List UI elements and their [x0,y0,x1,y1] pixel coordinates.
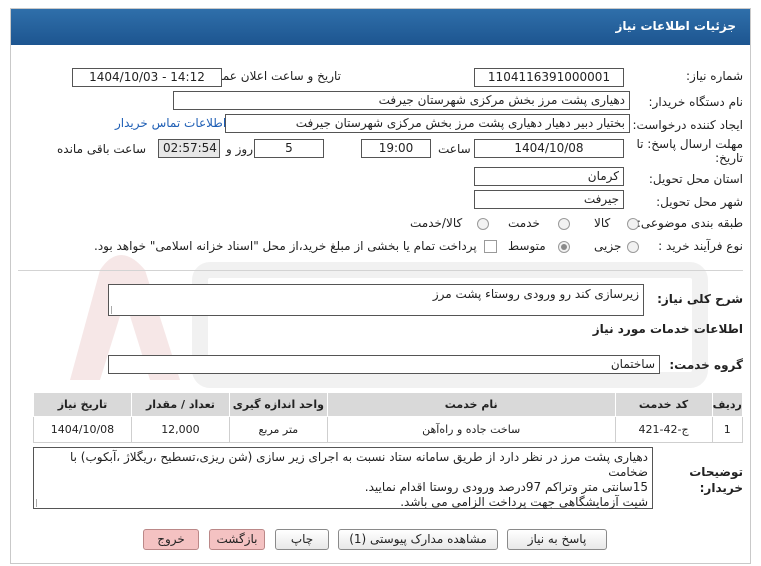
deadline-time-field: 19:00 [361,139,431,158]
print-button[interactable]: چاپ [275,529,329,550]
province-label: استان محل تحویل: [648,172,743,186]
purchase-type-label: نوع فرآیند خرید : [658,239,743,253]
service-group-label: گروه خدمت: [669,358,743,372]
table-header-row: ردیف کد خدمت نام خدمت واحد اندازه گیری ت… [33,392,743,417]
need-number-field: 1104116391000001 [474,68,624,87]
column-header-code: کد خدمت [614,392,713,417]
category-option-goods-service: کالا/خدمت [410,216,463,230]
creator-field: بختیار دبیر دهیار دهیاری پشت مرز بخش مرک… [225,114,630,133]
cell-quantity: 12,000 [130,416,230,443]
column-header-date: تاریخ نیاز [33,392,132,417]
purchase-option-medium: متوسط [508,239,546,253]
page-header: جزئیات اطلاعات نیاز [11,9,750,45]
deadline-date-field: 1404/10/08 [474,139,624,158]
summary-textarea: زیرسازی کند رو ورودی روستاء پشت مرز [108,284,644,316]
category-option-goods: کالا [594,216,611,230]
cell-date: 1404/10/08 [33,416,132,443]
reply-button[interactable]: پاسخ به نیاز [507,529,607,550]
deadline-date-label: تاریخ: [715,151,743,165]
purchase-radio-medium[interactable] [558,241,570,253]
column-header-quantity: تعداد / مقدار [130,392,230,417]
category-radio-goods[interactable] [627,218,639,230]
column-header-row-number: ردیف [711,392,743,417]
resize-grip-icon[interactable] [36,499,44,507]
back-button[interactable]: بازگشت [209,529,265,550]
buyer-label: نام دستگاه خریدار: [648,95,744,109]
buyer-notes-textarea: دهیاری پشت مرز در نظر دارد از طریق سامان… [33,447,653,509]
buyer-notes-line-2: 15سانتی متر وتراکم 97درصد ورودی روستا اق… [364,480,648,494]
buyer-notes-label: توضیحات [689,465,743,479]
summary-text: زیرسازی کند رو ورودی روستاء پشت مرز [432,287,639,301]
category-option-service: خدمت [508,216,540,230]
purchase-option-minor: جزیی [594,239,622,253]
purchase-radio-minor[interactable] [627,241,639,253]
cell-unit: متر مربع [228,416,328,443]
view-attachments-button[interactable]: مشاهده مدارک پیوستی (1) [338,529,498,550]
resize-grip-icon[interactable] [111,306,119,314]
contact-buyer-link[interactable]: اطلاعات تماس خریدار [115,116,226,130]
category-label: طبقه بندی موضوعی: [636,216,743,230]
page-title: جزئیات اطلاعات نیاز [615,19,736,33]
deadline-label: مهلت ارسال پاسخ: تا [636,137,743,151]
buyer-notes-line-3: شیت آزمایشگاهی جهت پرداخت الزامی می باشد… [400,495,648,509]
days-label: روز و [226,142,253,156]
cell-code: ج-42-421 [614,416,713,443]
treasury-note: پرداخت تمام یا بخشی از مبلغ خرید،از محل … [94,239,477,253]
services-table: ردیف کد خدمت نام خدمت واحد اندازه گیری ت… [33,392,743,443]
buyer-notes-label-2: خریدار: [699,481,743,495]
summary-label: شرح کلی نیاز: [657,292,743,306]
remaining-time-field: 02:57:54 [158,139,220,158]
column-header-unit: واحد اندازه گیری [228,392,328,417]
cell-name: ساخت جاده و راه‌آهن [326,416,616,443]
cell-row-number: 1 [711,416,743,443]
service-group-field: ساختمان [108,355,660,374]
announce-field: 1404/10/03 - 14:12 [72,68,222,87]
buyer-notes-line-1: دهیاری پشت مرز در نظر دارد از طریق سامان… [70,450,648,479]
column-header-name: نام خدمت [326,392,616,417]
time-label: ساعت [438,142,471,156]
buyer-field: دهیاری پشت مرز بخش مرکزی شهرستان جیرفت [173,91,630,110]
remaining-label: ساعت باقی مانده [57,142,147,156]
treasury-checkbox[interactable] [484,240,497,253]
creator-label: ایجاد کننده درخواست: [632,118,743,132]
table-row: 1 ج-42-421 ساخت جاده و راه‌آهن متر مربع … [33,416,743,443]
city-field: جیرفت [474,190,624,209]
section-divider [18,270,743,271]
category-radio-goods-service[interactable] [477,218,489,230]
city-label: شهر محل تحویل: [656,195,743,209]
exit-button[interactable]: خروج [143,529,199,550]
category-radio-service[interactable] [558,218,570,230]
need-number-label: شماره نیاز: [686,69,743,83]
province-field: کرمان [474,167,624,186]
services-section-title: اطلاعات خدمات مورد نیاز [592,322,743,336]
days-remaining-field: 5 [254,139,324,158]
